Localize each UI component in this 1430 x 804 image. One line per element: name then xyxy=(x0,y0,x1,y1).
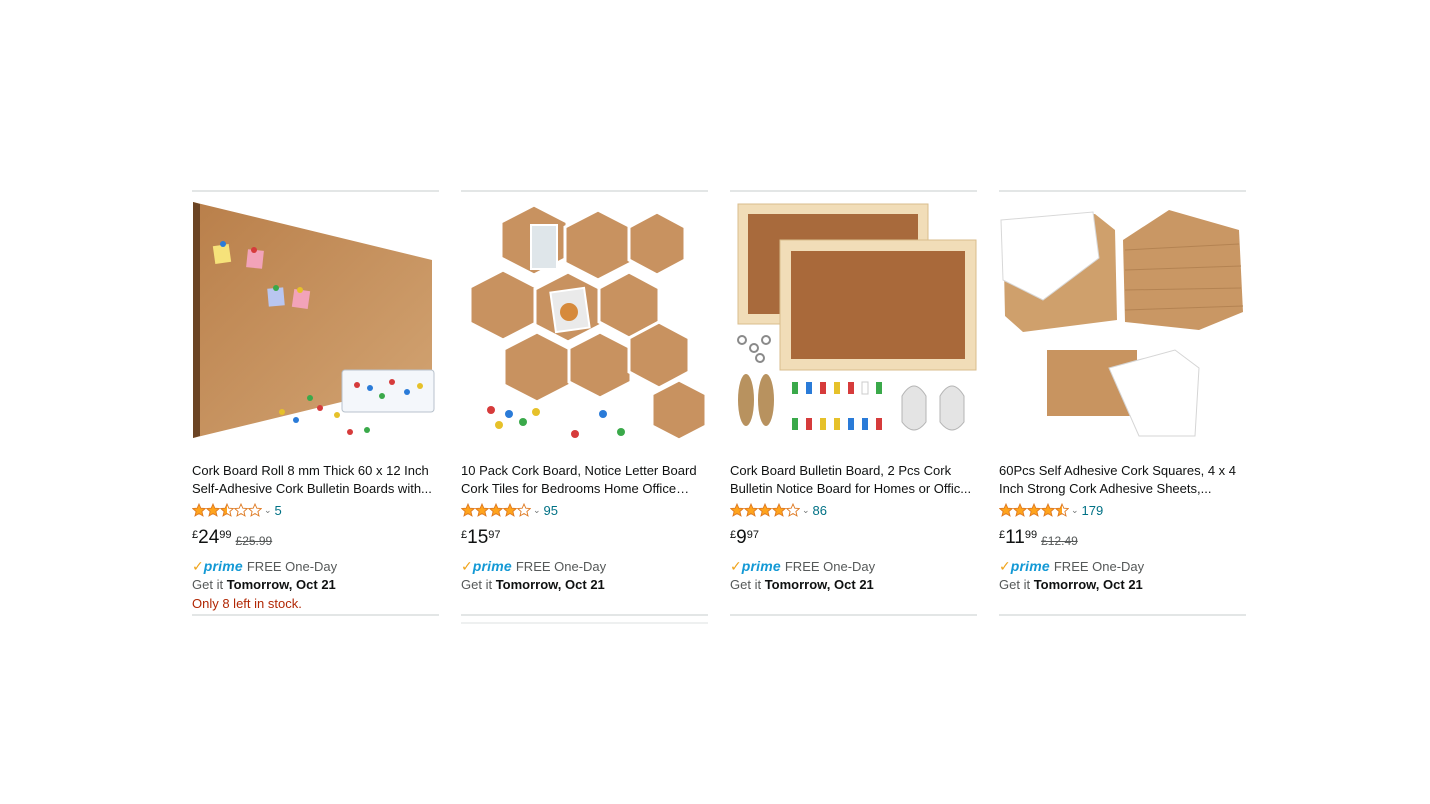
prime-logo-icon: ✓ prime xyxy=(461,558,512,574)
chevron-down-icon[interactable]: ⌄ xyxy=(264,505,272,516)
shipping-text: FREE One-Day xyxy=(1053,558,1145,574)
price-fraction: 97 xyxy=(488,529,501,541)
star-full-icon xyxy=(999,503,1013,517)
review-count-link[interactable]: 5 xyxy=(275,503,282,518)
chevron-down-icon[interactable]: ⌄ xyxy=(802,505,810,516)
product-card[interactable]: Cork Board Roll 8 mm Thick 60 x 12 Inch … xyxy=(192,190,439,616)
shipping-text: FREE One-Day xyxy=(784,558,876,574)
star-full-icon xyxy=(1013,503,1027,517)
star-full-icon xyxy=(758,503,772,517)
star-full-icon xyxy=(744,503,758,517)
delivery-date: Get it Tomorrow, Oct 21 xyxy=(999,577,1143,592)
price-fraction: 97 xyxy=(746,529,759,541)
product-grid: Cork Board Roll 8 mm Thick 60 x 12 Inch … xyxy=(192,190,1246,616)
prime-logo-icon: ✓ prime xyxy=(192,558,243,574)
delivery-date: Get it Tomorrow, Oct 21 xyxy=(461,577,605,592)
cork-board-roll-image xyxy=(193,202,435,438)
price[interactable]: £ 9 97 xyxy=(730,527,977,551)
card-divider xyxy=(461,614,708,616)
delivery-date: Get it Tomorrow, Oct 21 xyxy=(730,577,874,592)
star-half-icon xyxy=(220,503,234,517)
was-price: £12.49 xyxy=(1041,534,1078,548)
rating-row[interactable]: ⌄ 179 xyxy=(999,501,1246,519)
was-price: £25.99 xyxy=(235,534,273,548)
star-empty-icon xyxy=(248,503,262,517)
chevron-down-icon[interactable]: ⌄ xyxy=(1071,505,1079,516)
card-divider xyxy=(999,614,1246,616)
product-image[interactable] xyxy=(192,200,439,445)
prime-logo-icon: ✓ prime xyxy=(999,558,1050,574)
star-full-icon xyxy=(503,503,517,517)
star-full-icon xyxy=(772,503,786,517)
rating-row[interactable]: ⌄ 95 xyxy=(461,501,708,519)
price-whole: 15 xyxy=(467,527,489,548)
price[interactable]: £ 24 99 £25.99 xyxy=(192,527,439,551)
rating-row[interactable]: ⌄ 86 xyxy=(730,501,977,519)
chevron-down-icon[interactable]: ⌄ xyxy=(533,505,541,516)
shipping-text: FREE One-Day xyxy=(515,558,607,574)
review-count-link[interactable]: 179 xyxy=(1082,503,1104,518)
product-image[interactable] xyxy=(730,200,977,445)
star-full-icon xyxy=(206,503,220,517)
star-empty-icon xyxy=(234,503,248,517)
prime-shipping: ✓ prime FREE One-Day xyxy=(999,557,1246,575)
price[interactable]: £ 11 99 £12.49 xyxy=(999,527,1246,551)
price-fraction: 99 xyxy=(219,529,232,541)
review-count-link[interactable]: 95 xyxy=(544,503,558,518)
card-divider xyxy=(192,614,439,616)
price[interactable]: £ 15 97 xyxy=(461,527,708,551)
star-rating[interactable] xyxy=(461,503,531,517)
rating-row[interactable]: ⌄ 5 xyxy=(192,501,439,519)
prime-shipping: ✓ prime FREE One-Day xyxy=(730,557,977,575)
star-rating[interactable] xyxy=(999,503,1069,517)
star-empty-icon xyxy=(786,503,800,517)
star-half-icon xyxy=(1055,503,1069,517)
product-card[interactable]: Cork Board Bulletin Board, 2 Pcs Cork Bu… xyxy=(730,190,977,616)
star-full-icon xyxy=(489,503,503,517)
review-count-link[interactable]: 86 xyxy=(813,503,827,518)
hexagon-cork-tiles-image xyxy=(468,203,708,442)
star-rating[interactable] xyxy=(730,503,800,517)
prime-shipping: ✓ prime FREE One-Day xyxy=(192,557,439,575)
star-full-icon xyxy=(192,503,206,517)
framed-cork-boards-image xyxy=(737,203,977,431)
product-title[interactable]: Cork Board Roll 8 mm Thick 60 x 12 Inch … xyxy=(192,462,439,498)
prime-shipping: ✓ prime FREE One-Day xyxy=(461,557,708,575)
star-full-icon xyxy=(1027,503,1041,517)
price-fraction: 99 xyxy=(1024,529,1038,541)
stock-warning: Only 8 left in stock. xyxy=(192,596,302,611)
star-full-icon xyxy=(730,503,744,517)
price-whole: 11 xyxy=(1005,527,1025,548)
cork-squares-image xyxy=(1000,210,1244,437)
product-title[interactable]: 10 Pack Cork Board, Notice Letter Board … xyxy=(461,462,708,498)
star-rating[interactable] xyxy=(192,503,262,517)
product-title[interactable]: 60Pcs Self Adhesive Cork Squares, 4 x 4 … xyxy=(999,462,1246,498)
price-whole: 9 xyxy=(736,527,747,548)
product-image[interactable] xyxy=(461,200,708,445)
star-empty-icon xyxy=(517,503,531,517)
star-full-icon xyxy=(1041,503,1055,517)
price-whole: 24 xyxy=(198,527,220,548)
card-divider xyxy=(730,614,977,616)
product-card[interactable]: 60Pcs Self Adhesive Cork Squares, 4 x 4 … xyxy=(999,190,1246,616)
divider xyxy=(461,622,708,624)
star-full-icon xyxy=(461,503,475,517)
shipping-text: FREE One-Day xyxy=(246,558,338,574)
product-card[interactable]: 10 Pack Cork Board, Notice Letter Board … xyxy=(461,190,708,616)
delivery-date: Get it Tomorrow, Oct 21 xyxy=(192,577,336,592)
prime-logo-icon: ✓ prime xyxy=(730,558,781,574)
product-title[interactable]: Cork Board Bulletin Board, 2 Pcs Cork Bu… xyxy=(730,462,977,498)
product-image[interactable] xyxy=(999,200,1246,445)
star-full-icon xyxy=(475,503,489,517)
